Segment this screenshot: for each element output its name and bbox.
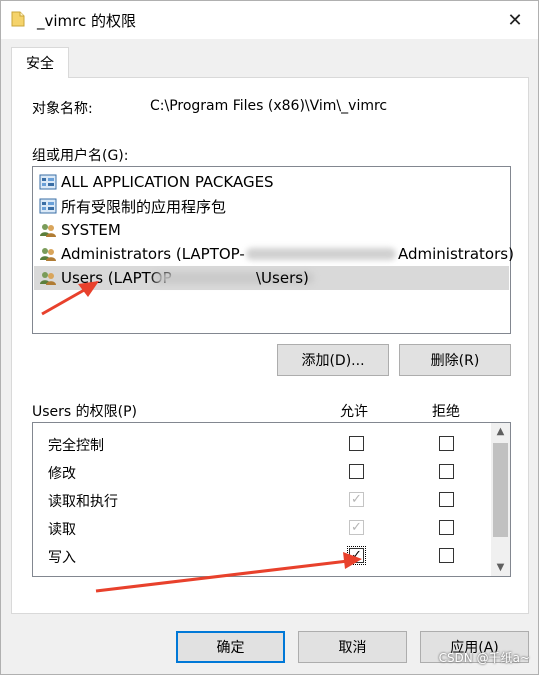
allow-checkbox[interactable]: ✓ bbox=[347, 546, 366, 565]
package-icon bbox=[39, 174, 57, 190]
cancel-button-label: 取消 bbox=[338, 640, 367, 656]
permissions-header: Users 的权限(P) bbox=[32, 404, 138, 420]
permission-name: 修改 bbox=[48, 466, 76, 482]
permission-name: 读取和执行 bbox=[48, 494, 118, 510]
remove-button-label: 删除(R) bbox=[430, 353, 480, 369]
title-bar[interactable]: _vimrc 的权限 ✕ bbox=[1, 1, 538, 39]
redaction-blur bbox=[246, 248, 396, 260]
permission-name: 读取 bbox=[48, 522, 76, 538]
window-title: _vimrc 的权限 bbox=[37, 12, 137, 30]
allow-checkbox[interactable]: ✓ bbox=[349, 520, 364, 535]
package-icon bbox=[39, 198, 57, 214]
deny-checkbox[interactable] bbox=[439, 436, 454, 451]
tab-security-label: 安全 bbox=[26, 56, 54, 72]
ok-button[interactable]: 确定 bbox=[176, 631, 285, 663]
add-button-label: 添加(D)... bbox=[301, 353, 365, 369]
groups-label: 组或用户名(G): bbox=[32, 148, 129, 164]
list-item[interactable]: ALL APPLICATION PACKAGES bbox=[34, 170, 509, 194]
file-icon bbox=[11, 11, 25, 27]
close-icon: ✕ bbox=[507, 9, 523, 31]
watermark: CSDN @千纸a~ bbox=[438, 651, 530, 665]
list-item[interactable]: SYSTEM bbox=[34, 218, 509, 242]
permission-name: 写入 bbox=[48, 550, 76, 566]
list-item[interactable]: Users (LAPTOP \Users) bbox=[34, 266, 509, 290]
permission-name: 完全控制 bbox=[48, 438, 104, 454]
permission-row: 完全控制 bbox=[33, 429, 491, 457]
close-button[interactable]: ✕ bbox=[492, 1, 538, 39]
allow-checkbox[interactable]: ✓ bbox=[349, 492, 364, 507]
add-button[interactable]: 添加(D)... bbox=[277, 344, 389, 376]
cancel-button[interactable]: 取消 bbox=[298, 631, 407, 663]
scroll-down-icon[interactable]: ▼ bbox=[491, 559, 510, 576]
deny-checkbox[interactable] bbox=[439, 492, 454, 507]
list-item-label: 所有受限制的应用程序包 bbox=[61, 197, 227, 216]
object-name-label: 对象名称: bbox=[32, 101, 93, 117]
list-item-label: Administrators (LAPTOP- bbox=[61, 245, 245, 263]
permissions-dialog: _vimrc 的权限 ✕ 安全 对象名称: C:\Program Files (… bbox=[0, 0, 539, 675]
users-icon bbox=[40, 272, 56, 285]
permission-row: 写入 ✓ bbox=[33, 541, 491, 569]
list-item-suffix: Administrators) bbox=[398, 245, 514, 263]
users-icon bbox=[40, 224, 56, 237]
allow-column-header: 允许 bbox=[340, 404, 368, 420]
ok-button-label: 确定 bbox=[216, 640, 245, 656]
permissions-scrollbar[interactable]: ▲ ▼ bbox=[491, 423, 510, 576]
scroll-thumb[interactable] bbox=[493, 443, 508, 537]
scroll-up-icon[interactable]: ▲ bbox=[491, 423, 510, 440]
permission-row: 读取和执行 ✓ bbox=[33, 485, 491, 513]
deny-checkbox[interactable] bbox=[439, 520, 454, 535]
remove-button[interactable]: 删除(R) bbox=[399, 344, 511, 376]
permission-row: 读取 ✓ bbox=[33, 513, 491, 541]
users-icon bbox=[40, 248, 56, 261]
group-user-list[interactable]: ALL APPLICATION PACKAGES 所有受限制的应用程序包 SYS… bbox=[32, 166, 514, 334]
list-item[interactable]: Administrators (LAPTOP- Administrators) bbox=[34, 242, 514, 266]
list-item-suffix: \Users) bbox=[256, 269, 309, 287]
allow-checkbox[interactable] bbox=[349, 436, 364, 451]
deny-checkbox[interactable] bbox=[439, 548, 454, 563]
security-panel: 对象名称: C:\Program Files (x86)\Vim\_vimrc … bbox=[11, 77, 529, 614]
deny-checkbox[interactable] bbox=[439, 464, 454, 479]
list-item-label: ALL APPLICATION PACKAGES bbox=[61, 173, 274, 191]
allow-checkbox[interactable] bbox=[349, 464, 364, 479]
object-name-value: C:\Program Files (x86)\Vim\_vimrc bbox=[150, 98, 388, 114]
deny-column-header: 拒绝 bbox=[432, 404, 460, 420]
tab-security[interactable]: 安全 bbox=[11, 47, 69, 78]
list-item[interactable]: 所有受限制的应用程序包 bbox=[34, 194, 509, 218]
permissions-list[interactable]: 完全控制 修改 读取和执行 ✓ 读取 ✓ 写入 ✓ ▲ ▼ bbox=[32, 422, 511, 577]
list-item-label: SYSTEM bbox=[61, 221, 121, 239]
permission-row: 修改 bbox=[33, 457, 491, 485]
